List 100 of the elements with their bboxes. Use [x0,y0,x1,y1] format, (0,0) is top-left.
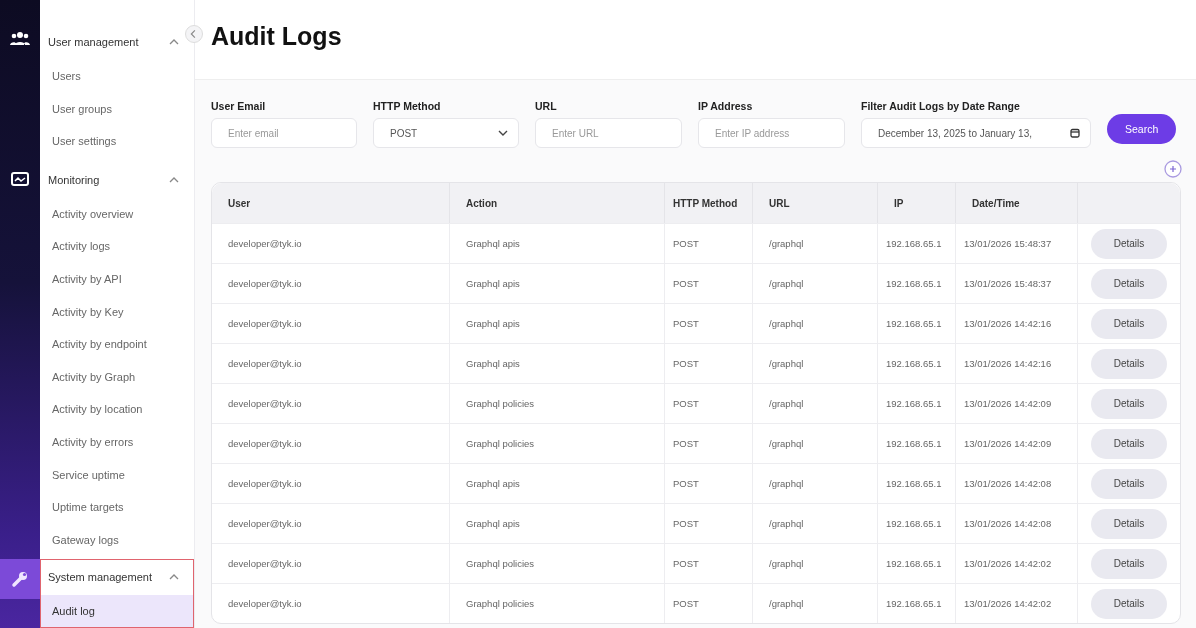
table-cell: developer@tyk.io [212,503,450,543]
input-field[interactable]: Enter IP address [698,118,845,148]
date-range-field[interactable]: December 13, 2025 to January 13, [861,118,1091,148]
field-label: URL [535,100,558,112]
details-button[interactable]: Details [1091,508,1167,539]
table-cell: 13/01/2026 14:42:02 [956,543,1078,583]
field-label: IP Address [698,100,754,112]
details-button[interactable]: Details [1091,468,1167,499]
details-button[interactable]: Details [1091,348,1167,379]
table-cell: 192.168.65.1 [878,543,956,583]
table-cell: 192.168.65.1 [878,423,956,463]
table-cell: 13/01/2026 15:48:37 [956,263,1078,303]
collapse-icon[interactable] [185,25,203,43]
table-cell: POST [665,543,753,583]
details-button[interactable]: Details [1091,428,1167,459]
table-cell: Graphql apis [450,303,665,343]
table-cell: developer@tyk.io [212,583,450,623]
details-button[interactable]: Details [1091,548,1167,579]
monitor-icon[interactable] [11,172,29,186]
sidebar-item[interactable]: Activity logs [40,230,194,263]
sidebar-item[interactable]: Activity overview [40,197,194,231]
sidebar-item[interactable]: Activity by Key [40,295,194,329]
table-cell: /graphql [753,503,878,543]
section-header[interactable]: User management [40,24,183,60]
table-cell: 13/01/2026 14:42:16 [956,303,1078,343]
details-button[interactable]: Details [1091,388,1167,419]
chevron-icon[interactable] [169,574,179,581]
sidebar-item[interactable]: Activity by location [40,393,194,426]
sidebar-item[interactable]: Service uptime [40,458,194,492]
table-cell: POST [665,383,753,423]
table-cell: Graphql policies [450,383,665,423]
table-cell: Graphql apis [450,503,665,543]
sidebar-item[interactable]: User groups [40,92,194,126]
sidebar-item[interactable]: Activity by endpoint [40,328,194,361]
table-cell: Graphql apis [450,343,665,383]
table-cell: 192.168.65.1 [878,223,956,263]
input-field[interactable]: Enter URL [535,118,682,148]
table-cell: developer@tyk.io [212,303,450,343]
sidebar-item[interactable]: Uptime targets [40,491,194,524]
table-cell: developer@tyk.io [212,343,450,383]
column-header: IP [878,183,956,223]
sidebar-item[interactable]: Gateway logs [40,523,194,557]
table-cell: POST [665,423,753,463]
section-header[interactable]: Monitoring [40,161,183,198]
caret-icon [498,130,508,136]
sidebar-item[interactable]: Activity by errors [40,425,194,459]
table-cell: /graphql [753,383,878,423]
table-cell: 192.168.65.1 [878,383,956,423]
method-select[interactable]: POST [373,118,519,148]
sidebar-item[interactable]: Audit log [40,595,194,628]
column-header: Date/Time [956,183,1078,223]
chevron-icon[interactable] [169,176,179,183]
table-cell: Graphql apis [450,463,665,503]
table-cell: /graphql [753,343,878,383]
users-icon[interactable] [10,31,30,47]
table-cell: POST [665,583,753,623]
table-cell: Graphql policies [450,423,665,463]
sidebar-item[interactable]: Activity by API [40,262,194,296]
sidebar-item[interactable]: Users [40,60,194,93]
field-label: HTTP Method [373,100,442,112]
input-field[interactable]: Enter email [211,118,357,148]
table-cell: POST [665,263,753,303]
table-cell: 192.168.65.1 [878,303,956,343]
table-cell: Graphql apis [450,263,665,303]
chevron-icon[interactable] [169,39,179,45]
table-cell: POST [665,463,753,503]
sidebar-item[interactable]: User settings [40,125,194,158]
details-button[interactable]: Details [1091,228,1167,259]
table-cell: /graphql [753,223,878,263]
table-cell: /graphql [753,423,878,463]
table-cell: /graphql [753,463,878,503]
wrench-icon[interactable] [11,570,29,588]
table-cell: /graphql [753,303,878,343]
table-cell: developer@tyk.io [212,423,450,463]
add-icon[interactable] [1164,160,1182,178]
table-cell: developer@tyk.io [212,223,450,263]
section-header[interactable]: System management [40,559,183,596]
table-cell: 13/01/2026 14:42:08 [956,503,1078,543]
column-header: Action [450,183,665,223]
table-cell: /graphql [753,543,878,583]
table-cell: POST [665,503,753,543]
calendar-icon[interactable] [1070,128,1080,138]
table-cell: developer@tyk.io [212,463,450,503]
table-cell: 192.168.65.1 [878,583,956,623]
table-cell: POST [665,343,753,383]
search-button[interactable]: Search [1107,114,1177,144]
field-label: User Email [211,100,267,112]
sidebar-item[interactable]: Activity by Graph [40,360,194,394]
column-header: HTTP Method [665,183,753,223]
table-cell: Graphql apis [450,223,665,263]
column-header: URL [753,183,878,223]
table-cell: developer@tyk.io [212,263,450,303]
page-title: Audit Logs [211,22,342,51]
table-cell: /graphql [753,583,878,623]
details-button[interactable]: Details [1091,588,1167,619]
details-button[interactable]: Details [1091,268,1167,299]
table-cell: 13/01/2026 14:42:02 [956,583,1078,623]
table-cell: POST [665,223,753,263]
details-button[interactable]: Details [1091,308,1167,339]
table-cell: Graphql policies [450,543,665,583]
